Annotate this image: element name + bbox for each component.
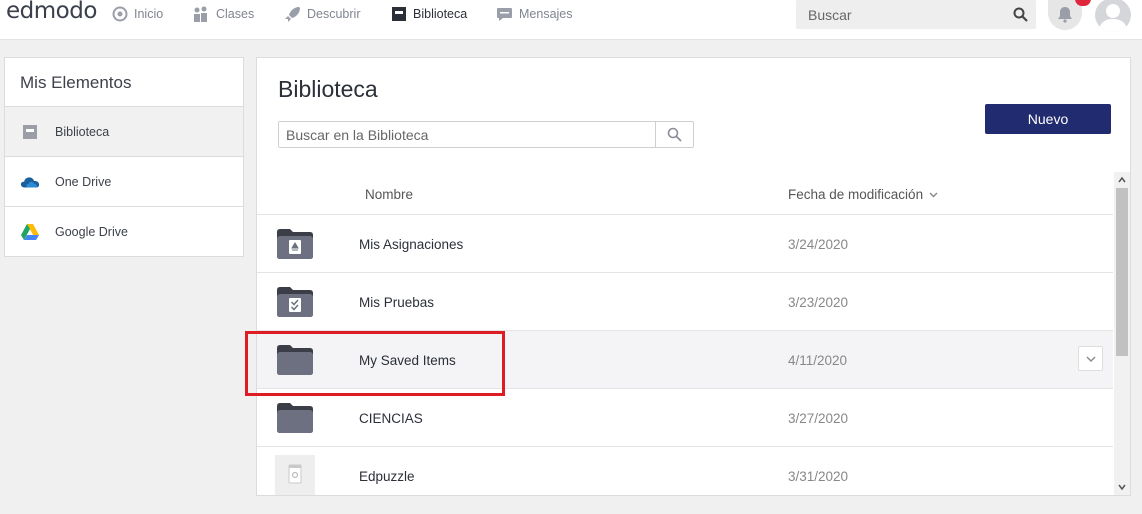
file-list: Mis Asignaciones 3/24/2020 Mis Pruebas 3… [257,215,1113,495]
home-icon [112,6,128,22]
table-row[interactable]: CIENCIAS 3/27/2020 [257,389,1113,447]
user-avatar[interactable] [1095,0,1131,32]
nav-clases[interactable]: Clases [192,5,254,23]
onedrive-icon [20,172,40,192]
row-name: Mis Pruebas [359,295,435,310]
row-name: Edpuzzle [359,469,415,484]
nav-mensajes-label: Mensajes [519,7,573,21]
rocket-icon [285,6,300,22]
sidebar-item-biblioteca[interactable]: Biblioteca [5,107,243,157]
quiz-folder-icon [277,287,313,317]
row-date: 3/31/2020 [788,469,849,484]
row-options-button[interactable] [1078,346,1103,371]
library-icon [392,7,406,21]
sidebar-item-label: Google Drive [55,225,128,239]
global-search-input[interactable] [796,0,996,29]
table-header: Nombre Fecha de modificación [257,174,1113,215]
folder-icon [277,403,313,433]
assignment-folder-icon [277,229,313,259]
scrollbar[interactable] [1114,172,1130,495]
google-drive-icon [20,222,40,242]
scroll-down-icon[interactable] [1118,483,1126,491]
chevron-down-icon [929,192,938,197]
edmodo-logo[interactable]: edmodo [6,0,97,24]
column-header-name[interactable]: Nombre [365,187,413,202]
row-date: 4/11/2020 [788,353,848,368]
global-search [796,0,1036,29]
row-name: My Saved Items [359,353,456,368]
row-date: 3/23/2020 [788,295,849,310]
library-search-button[interactable] [655,122,693,147]
table-row[interactable]: Mis Pruebas 3/23/2020 [257,273,1113,331]
table-row[interactable]: Mis Asignaciones 3/24/2020 [257,215,1113,273]
scroll-up-icon[interactable] [1118,176,1126,184]
library-icon [20,122,40,142]
messages-icon [497,7,512,21]
chevron-down-icon [1086,356,1095,362]
bell-icon [1058,7,1072,23]
nav-mensajes[interactable]: Mensajes [496,5,573,23]
classes-icon [194,6,207,22]
folder-icon [277,345,313,375]
sidebar-title: Mis Elementos [5,58,243,107]
page-title: Biblioteca [278,76,378,102]
library-search [278,121,694,148]
sidebar-item-label: One Drive [55,174,112,189]
nav-inicio-label: Inicio [134,7,164,21]
nav-descubrir-label: Descubrir [307,7,361,21]
nav-clases-label: Clases [216,7,255,21]
row-name: CIENCIAS [359,411,423,426]
top-navigation-bar: edmodo Inicio Clases Descubrir Bibliotec… [0,0,1142,40]
nav-biblioteca[interactable]: Biblioteca [391,5,467,23]
nav-descubrir[interactable]: Descubrir [284,5,361,23]
column-header-date[interactable]: Fecha de modificación [788,187,938,202]
row-date: 3/27/2020 [788,411,849,426]
library-search-input[interactable] [279,122,657,147]
user-icon [1099,4,1127,32]
sidebar-item-label: Biblioteca [55,124,110,139]
column-header-date-label: Fecha de modificación [788,187,924,202]
new-button[interactable]: Nuevo [985,104,1111,134]
nav-biblioteca-label: Biblioteca [413,7,468,21]
sidebar-item-onedrive[interactable]: One Drive [5,157,243,207]
row-date: 3/24/2020 [788,237,849,252]
search-icon[interactable] [1013,7,1028,22]
scrollbar-thumb[interactable] [1116,188,1128,356]
sidebar: Mis Elementos Biblioteca One Drive Googl… [4,57,244,257]
table-row[interactable]: Edpuzzle 3/31/2020 [257,447,1113,495]
search-icon [667,127,682,142]
nav-inicio[interactable]: Inicio [112,5,163,23]
row-name: Mis Asignaciones [359,237,464,252]
sidebar-item-google-drive[interactable]: Google Drive [5,207,243,257]
library-panel: Biblioteca Nuevo Nombre Fecha de modific… [256,57,1131,496]
table-row[interactable]: My Saved Items 4/11/2020 [257,331,1113,389]
link-file-icon [275,455,315,495]
